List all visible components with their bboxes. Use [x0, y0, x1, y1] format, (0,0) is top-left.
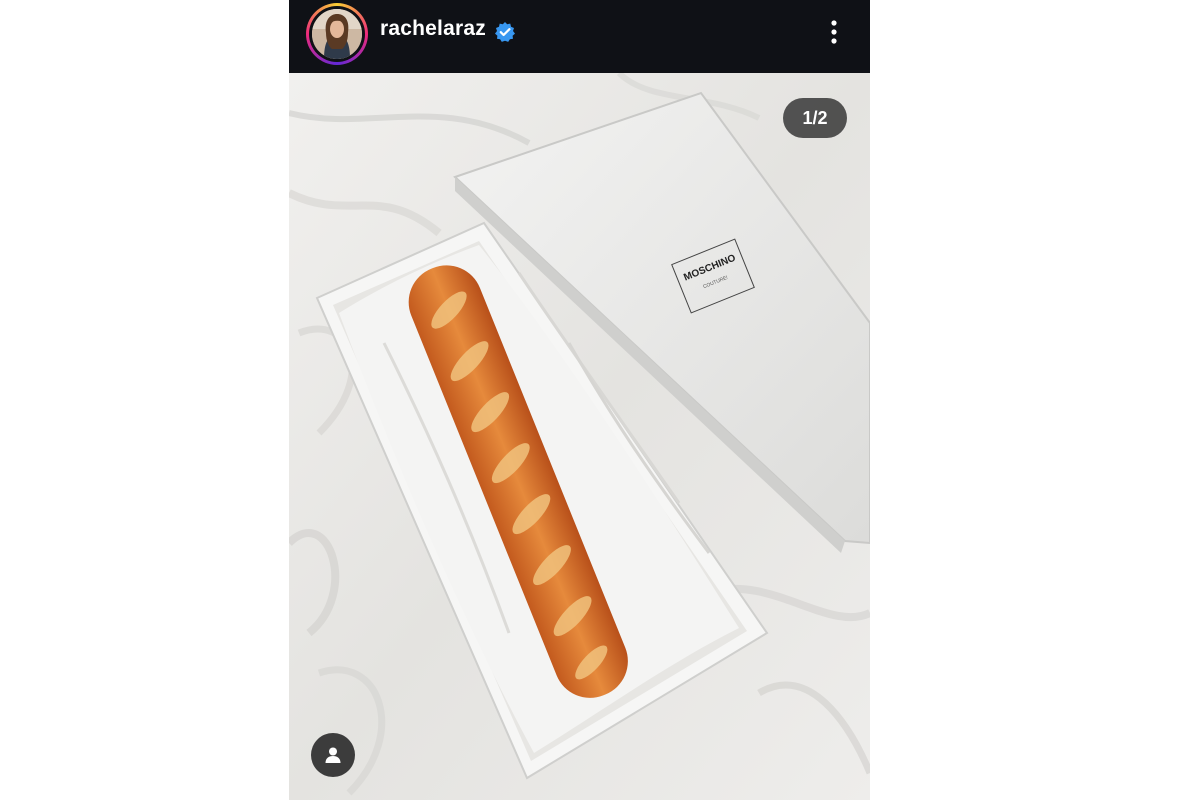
- avatar[interactable]: [312, 9, 362, 59]
- username[interactable]: rachelaraz: [380, 17, 486, 41]
- person-tag-icon: [325, 747, 341, 763]
- post-photo[interactable]: MOSCHINO COUTURE! 1/2: [289, 73, 870, 800]
- post-container: rachelaraz MOSCHINO COUTURE! 1/2: [289, 0, 870, 800]
- more-options-icon[interactable]: [821, 16, 847, 50]
- slide-counter: 1/2: [783, 98, 847, 138]
- verified-badge-icon: [495, 22, 515, 42]
- story-ring[interactable]: [306, 3, 368, 65]
- person-tag-button[interactable]: [311, 733, 355, 777]
- post-header: rachelaraz: [289, 0, 870, 73]
- avatar-photo: [312, 9, 362, 59]
- post-image: MOSCHINO COUTURE!: [289, 73, 870, 800]
